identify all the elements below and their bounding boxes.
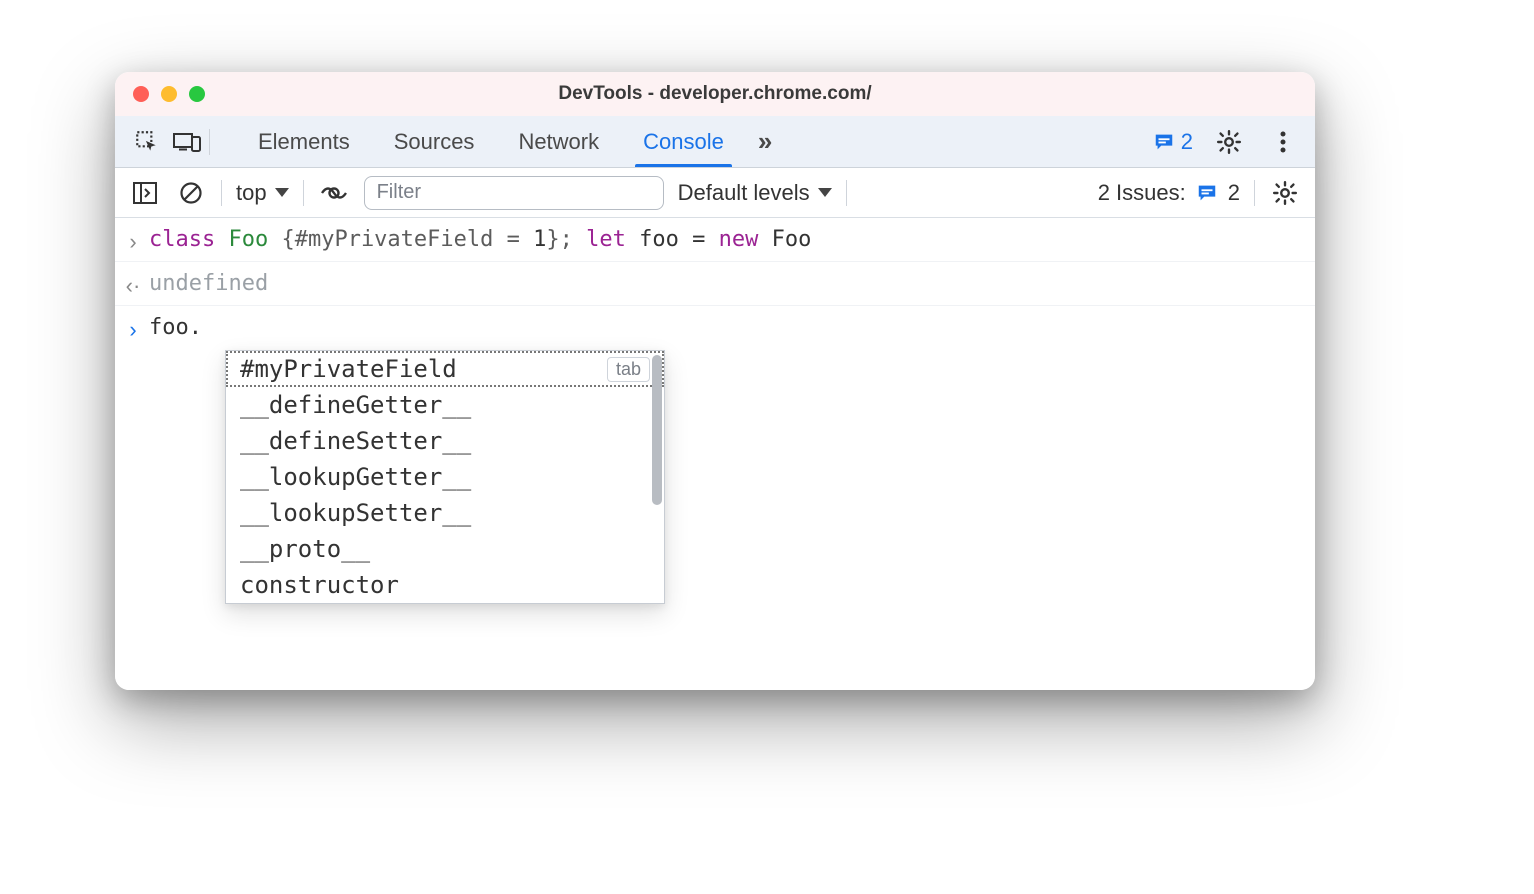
messages-count: 2 <box>1181 129 1193 155</box>
tab-label: Console <box>643 129 724 155</box>
chat-icon <box>1196 182 1218 204</box>
tab-label: Sources <box>394 129 475 155</box>
chat-icon <box>1153 131 1175 153</box>
issues-button[interactable]: 2 Issues: 2 <box>1098 180 1240 206</box>
more-tabs-button[interactable]: » <box>746 116 784 167</box>
devtools-window: DevTools - developer.chrome.com/ Element… <box>115 72 1315 690</box>
console-result-row: ‹· undefined <box>115 262 1315 306</box>
issues-count: 2 <box>1228 180 1240 206</box>
tab-sources[interactable]: Sources <box>372 116 497 167</box>
separator <box>303 180 304 206</box>
clear-console-icon[interactable] <box>175 177 207 209</box>
tab-label: Network <box>518 129 599 155</box>
tab-elements[interactable]: Elements <box>236 116 372 167</box>
tab-label: Elements <box>258 129 350 155</box>
messages-button[interactable]: 2 <box>1153 129 1193 155</box>
toolbar-right: 2 <box>1153 124 1301 160</box>
separator <box>846 180 847 206</box>
window-title: DevTools - developer.chrome.com/ <box>115 83 1315 105</box>
autocomplete-item-label: constructor <box>240 571 399 599</box>
separator <box>1254 180 1255 206</box>
code-token: new <box>719 227 772 252</box>
autocomplete-item[interactable]: #myPrivateField tab <box>226 351 664 387</box>
autocomplete-item[interactable]: __defineGetter__ <box>226 387 664 423</box>
autocomplete-popup: #myPrivateField tab __defineGetter__ __defi… <box>225 350 665 604</box>
issues-label: 2 Issues: <box>1098 180 1186 206</box>
context-selector[interactable]: top <box>236 180 289 206</box>
prompt-text: foo. <box>149 310 202 345</box>
chevron-down-icon <box>818 188 832 197</box>
code-token: class <box>149 227 228 252</box>
output-chevron-icon: ‹· <box>123 268 143 303</box>
inspect-element-icon[interactable] <box>129 124 165 160</box>
tab-network[interactable]: Network <box>496 116 621 167</box>
sidebar-toggle-icon[interactable] <box>129 177 161 209</box>
code-token: let <box>586 227 639 252</box>
code-token: foo = <box>639 227 718 252</box>
autocomplete-item-label: __lookupSetter__ <box>240 499 471 527</box>
levels-label: Default levels <box>678 180 810 206</box>
window-titlebar: DevTools - developer.chrome.com/ <box>115 72 1315 116</box>
autocomplete-item-label: __defineSetter__ <box>240 427 471 455</box>
code-token: Foo <box>228 227 281 252</box>
autocomplete-item-label: __defineGetter__ <box>240 391 471 419</box>
device-toolbar-icon[interactable] <box>169 124 205 160</box>
input-chevron-icon: › <box>123 224 143 259</box>
console-subbar: top Default levels 2 Issues: 2 <box>115 168 1315 218</box>
separator <box>221 180 222 206</box>
result-value: undefined <box>149 266 268 301</box>
code-token: }; <box>546 227 586 252</box>
filter-input[interactable] <box>364 176 664 210</box>
log-levels-selector[interactable]: Default levels <box>678 180 832 206</box>
autocomplete-item-label: __lookupGetter__ <box>240 463 471 491</box>
autocomplete-item[interactable]: __proto__ <box>226 531 664 567</box>
code-line: class Foo {#myPrivateField = 1}; let foo… <box>149 222 811 257</box>
code-token: 1 <box>533 227 546 252</box>
autocomplete-item[interactable]: constructor <box>226 567 664 603</box>
autocomplete-item-label: __proto__ <box>240 535 370 563</box>
settings-icon[interactable] <box>1211 124 1247 160</box>
tab-hint: tab <box>607 357 650 382</box>
scrollbar[interactable] <box>652 355 662 505</box>
console-input-row: › class Foo {#myPrivateField = 1}; let f… <box>115 218 1315 262</box>
context-label: top <box>236 180 267 206</box>
console-body: › class Foo {#myPrivateField = 1}; let f… <box>115 218 1315 690</box>
console-prompt-row[interactable]: › foo. <box>115 306 1315 349</box>
main-toolbar: Elements Sources Network Console » 2 <box>115 116 1315 168</box>
code-token: Foo <box>772 227 812 252</box>
autocomplete-item-label: #myPrivateField <box>240 355 457 383</box>
console-settings-icon[interactable] <box>1269 177 1301 209</box>
live-expression-icon[interactable] <box>318 177 350 209</box>
tab-console[interactable]: Console <box>621 116 746 167</box>
autocomplete-item[interactable]: __lookupGetter__ <box>226 459 664 495</box>
chevron-down-icon <box>275 188 289 197</box>
panel-tabs: Elements Sources Network Console » <box>236 116 784 167</box>
code-token: {#myPrivateField = <box>281 227 533 252</box>
prompt-chevron-icon: › <box>123 312 143 347</box>
separator <box>209 129 210 155</box>
autocomplete-list: #myPrivateField tab __defineGetter__ __defi… <box>226 351 664 603</box>
kebab-menu-icon[interactable] <box>1265 124 1301 160</box>
autocomplete-item[interactable]: __defineSetter__ <box>226 423 664 459</box>
autocomplete-item[interactable]: __lookupSetter__ <box>226 495 664 531</box>
